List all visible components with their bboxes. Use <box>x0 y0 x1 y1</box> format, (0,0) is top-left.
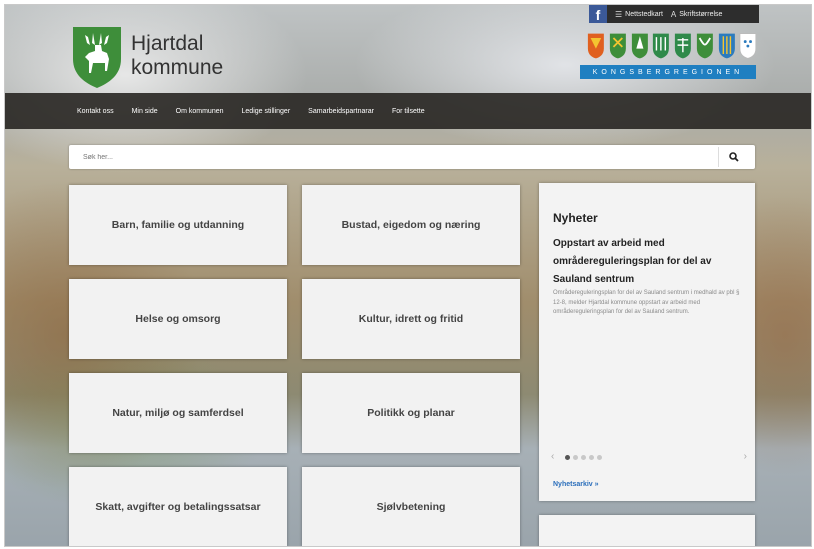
news-title: Nyheter <box>553 211 598 225</box>
shield-icon[interactable] <box>674 31 692 61</box>
tile-skatt-avgifter[interactable]: Skatt, avgifter og betalingssatsar <box>69 467 287 546</box>
main-nav: Kontakt oss Min side Om kommunen Ledige … <box>5 93 811 129</box>
carousel-dot[interactable] <box>597 455 602 460</box>
sitemap-link[interactable]: ☰ Nettstedkart <box>615 10 663 19</box>
site-name[interactable]: Hjartdal kommune <box>131 32 223 80</box>
tile-sjolvbetening[interactable]: Sjølvbetening <box>302 467 520 546</box>
carousel-next-icon[interactable]: › <box>744 451 747 462</box>
tile-helse-omsorg[interactable]: Helse og omsorg <box>69 279 287 359</box>
list-icon: ☰ <box>615 9 623 19</box>
nav-item-om-kommunen[interactable]: Om kommunen <box>176 108 224 115</box>
nav-item-for-tilsette[interactable]: For tilsette <box>392 108 425 115</box>
sitemap-label: Nettstedkart <box>625 10 663 18</box>
shield-icon[interactable] <box>696 31 714 61</box>
news-panel: Nyheter Oppstart av arbeid med områdereg… <box>539 183 755 501</box>
nav-item-ledige-stillinger[interactable]: Ledige stillinger <box>242 108 291 115</box>
shield-icon[interactable] <box>739 31 757 61</box>
region-banner[interactable]: KONGSBERGREGIONEN <box>580 65 756 79</box>
search-icon <box>729 152 739 162</box>
shield-icon[interactable] <box>587 31 605 61</box>
tile-barn-familie[interactable]: Barn, familie og utdanning <box>69 185 287 265</box>
tile-politikk-planar[interactable]: Politikk og planar <box>302 373 520 453</box>
carousel-dot[interactable] <box>581 455 586 460</box>
search-button[interactable] <box>718 147 749 167</box>
search-bar <box>69 145 755 169</box>
font-size-icon: A <box>670 9 677 19</box>
secondary-panel <box>539 515 755 546</box>
facebook-icon[interactable]: f <box>589 5 607 23</box>
nav-item-kontakt[interactable]: Kontakt oss <box>77 108 114 115</box>
shield-icon[interactable] <box>609 31 627 61</box>
news-headline[interactable]: Oppstart av arbeid med områderegulerings… <box>553 235 749 289</box>
font-size-label: Skriftstørrelse <box>679 10 723 18</box>
shield-icon[interactable] <box>718 31 736 61</box>
carousel-dot[interactable] <box>573 455 578 460</box>
news-archive-link[interactable]: Nyhetsarkiv » <box>553 481 599 488</box>
region-shields <box>587 31 757 65</box>
nav-item-samarbeidspartnarar[interactable]: Samarbeidspartnarar <box>308 108 374 115</box>
tile-natur-miljo[interactable]: Natur, miljø og samferdsel <box>69 373 287 453</box>
page-frame: Hjartdal kommune f ☰ Nettstedkart A Skri… <box>4 4 812 547</box>
utility-bar: f ☰ Nettstedkart A Skriftstørrelse <box>589 5 759 23</box>
nav-item-min-side[interactable]: Min side <box>132 108 158 115</box>
carousel-dot[interactable] <box>589 455 594 460</box>
news-body: Områdereguleringsplan for del av Sauland… <box>553 290 740 315</box>
shield-icon[interactable] <box>652 31 670 61</box>
tile-kultur-idrett[interactable]: Kultur, idrett og fritid <box>302 279 520 359</box>
site-name-line2: kommune <box>131 56 224 79</box>
search-input[interactable] <box>69 145 723 169</box>
news-carousel: ‹ › <box>551 451 747 463</box>
tile-bustad-eigedom[interactable]: Bustad, eigedom og næring <box>302 185 520 265</box>
carousel-dot[interactable] <box>565 455 570 460</box>
site-name-line1: Hjartdal <box>131 32 204 55</box>
shield-icon[interactable] <box>631 31 649 61</box>
carousel-prev-icon[interactable]: ‹ <box>551 451 554 462</box>
font-size-link[interactable]: A Skriftstørrelse <box>671 10 723 19</box>
carousel-dots <box>565 455 602 460</box>
deer-shield-icon[interactable] <box>71 25 123 89</box>
